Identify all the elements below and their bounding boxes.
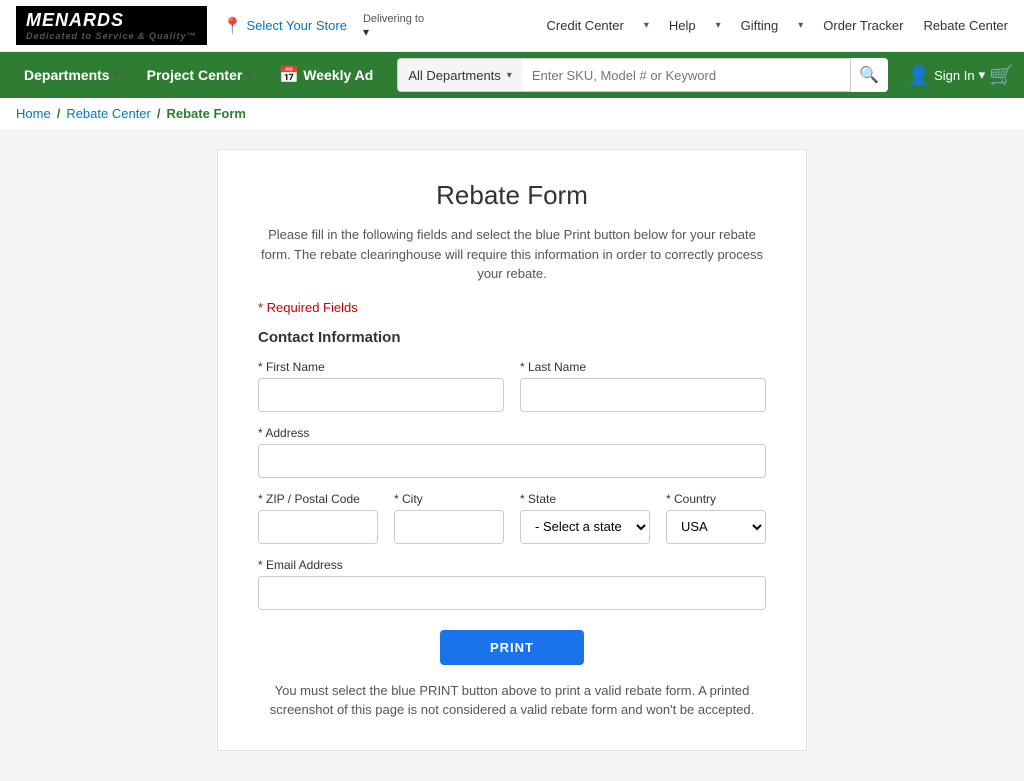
- print-button-wrap: PRINT: [258, 630, 766, 665]
- logo-text: MENARDS Dedicated to Service & Quality™: [16, 6, 207, 45]
- breadcrumb-home[interactable]: Home: [16, 106, 51, 121]
- email-input[interactable]: [258, 576, 766, 610]
- location-row: * ZIP / Postal Code * City * State - Sel…: [258, 492, 766, 544]
- address-label: * Address: [258, 426, 766, 440]
- form-title: Rebate Form: [258, 180, 766, 211]
- search-input-wrap: 🔍: [522, 58, 888, 92]
- project-center-arrow: ▾: [246, 70, 251, 81]
- signin-arrow: ▾: [979, 67, 986, 83]
- dept-label: All Departments: [408, 68, 500, 83]
- state-label: * State: [520, 492, 650, 506]
- print-button[interactable]: PRINT: [440, 630, 584, 665]
- search-input[interactable]: [522, 58, 888, 92]
- main-navigation: Departments ▾ Project Center ▾ 📅 Weekly …: [0, 52, 1024, 98]
- last-name-input[interactable]: [520, 378, 766, 412]
- city-input[interactable]: [394, 510, 504, 544]
- location-icon: 📍: [223, 16, 243, 36]
- store-selector-label: Select Your Store: [246, 18, 346, 33]
- form-description: Please fill in the following fields and …: [258, 225, 766, 284]
- signin-label: Sign In: [934, 68, 974, 83]
- first-name-group: * First Name: [258, 360, 504, 412]
- address-input[interactable]: [258, 444, 766, 478]
- breadcrumb-sep-1: /: [57, 106, 61, 121]
- search-department-selector[interactable]: All Departments ▾: [397, 58, 522, 92]
- search-area: All Departments ▾ 🔍: [397, 58, 887, 92]
- address-group: * Address: [258, 426, 766, 478]
- help-arrow[interactable]: ▾: [716, 20, 721, 31]
- zip-label: * ZIP / Postal Code: [258, 492, 378, 506]
- help-link[interactable]: Help: [669, 18, 696, 33]
- first-name-label: * First Name: [258, 360, 504, 374]
- email-label: * Email Address: [258, 558, 766, 572]
- dept-arrow: ▾: [507, 70, 512, 81]
- logo: MENARDS Dedicated to Service & Quality™: [16, 6, 207, 45]
- country-select[interactable]: USA: [666, 510, 766, 544]
- nav-right: 👤 Sign In ▾ 🛒: [908, 63, 1014, 88]
- first-name-input[interactable]: [258, 378, 504, 412]
- last-name-label: * Last Name: [520, 360, 766, 374]
- form-container: Rebate Form Please fill in the following…: [217, 149, 807, 751]
- gifting-link[interactable]: Gifting: [741, 18, 779, 33]
- country-group: * Country USA: [666, 492, 766, 544]
- breadcrumb-sep-2: /: [157, 106, 161, 121]
- breadcrumb: Home / Rebate Center / Rebate Form: [0, 98, 1024, 129]
- zip-input[interactable]: [258, 510, 378, 544]
- credit-center-arrow[interactable]: ▾: [644, 20, 649, 31]
- breadcrumb-current: Rebate Form: [167, 106, 246, 121]
- nav-departments[interactable]: Departments ▾: [10, 52, 133, 98]
- project-center-label: Project Center: [147, 67, 243, 83]
- address-row: * Address: [258, 426, 766, 478]
- calendar-icon: 📅: [279, 65, 299, 85]
- logo-tagline: Dedicated to Service & Quality™: [26, 31, 197, 41]
- signin-button[interactable]: 👤 Sign In ▾: [908, 65, 985, 86]
- country-label: * Country: [666, 492, 766, 506]
- departments-label: Departments: [24, 67, 110, 83]
- nav-weekly-ad[interactable]: 📅 Weekly Ad: [265, 52, 387, 98]
- zip-group: * ZIP / Postal Code: [258, 492, 378, 544]
- cart-button[interactable]: 🛒: [989, 63, 1014, 88]
- delivering-label: Delivering to: [363, 13, 424, 25]
- city-label: * City: [394, 492, 504, 506]
- email-group: * Email Address: [258, 558, 766, 610]
- footer-note: You must select the blue PRINT button ab…: [258, 681, 766, 720]
- departments-arrow: ▾: [114, 70, 119, 81]
- nav-project-center[interactable]: Project Center ▾: [133, 52, 266, 98]
- state-select[interactable]: - Select a state -: [520, 510, 650, 544]
- order-tracker-link[interactable]: Order Tracker: [823, 18, 903, 33]
- state-group: * State - Select a state -: [520, 492, 650, 544]
- breadcrumb-rebate-center[interactable]: Rebate Center: [66, 106, 151, 121]
- main-content: Rebate Form Please fill in the following…: [0, 129, 1024, 781]
- required-notice: * Required Fields: [258, 300, 766, 315]
- weekly-ad-label: Weekly Ad: [303, 67, 373, 83]
- name-row: * First Name * Last Name: [258, 360, 766, 412]
- section-title: Contact Information: [258, 329, 766, 346]
- delivering-arrow[interactable]: ▾: [363, 25, 424, 39]
- rebate-center-link[interactable]: Rebate Center: [923, 18, 1008, 33]
- user-icon: 👤: [908, 65, 930, 86]
- delivering-area: Delivering to ▾: [363, 13, 424, 39]
- store-selector[interactable]: 📍 Select Your Store: [223, 16, 347, 36]
- credit-center-link[interactable]: Credit Center: [547, 18, 624, 33]
- email-row: * Email Address: [258, 558, 766, 610]
- last-name-group: * Last Name: [520, 360, 766, 412]
- city-group: * City: [394, 492, 504, 544]
- search-button[interactable]: 🔍: [850, 58, 888, 92]
- gifting-arrow[interactable]: ▾: [798, 20, 803, 31]
